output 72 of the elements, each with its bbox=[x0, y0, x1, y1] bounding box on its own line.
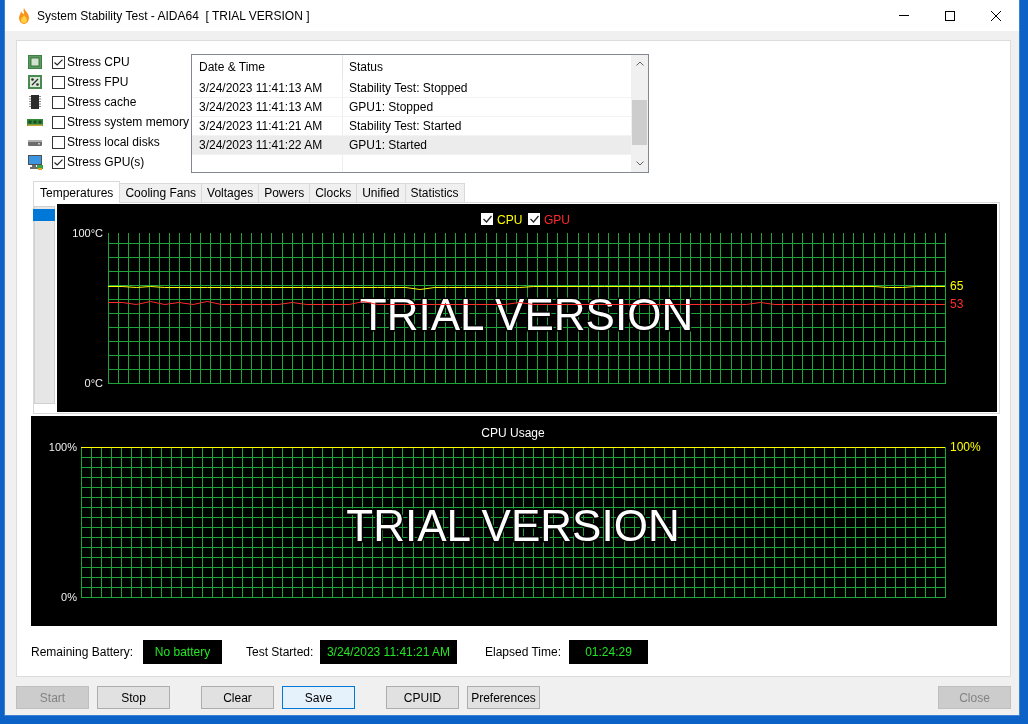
close-icon bbox=[991, 10, 1001, 21]
scroll-thumb[interactable] bbox=[632, 100, 647, 145]
column-header[interactable]: Date & Time bbox=[192, 55, 343, 79]
readout-value: 3/24/2023 11:41:21 AM bbox=[320, 640, 457, 664]
axis-tick-label: 100°C bbox=[72, 227, 103, 239]
tab[interactable]: Temperatures bbox=[33, 181, 121, 203]
axis-tick-label: 100% bbox=[48, 441, 77, 453]
checkbox[interactable] bbox=[52, 95, 65, 109]
current-value-label: 100% bbox=[950, 440, 981, 454]
table-row[interactable]: 3/24/2023 11:41:13 AM GPU1: Stopped bbox=[192, 98, 631, 117]
checkmark-icon bbox=[54, 58, 63, 66]
scrollbar[interactable] bbox=[34, 206, 55, 404]
memory-chip-icon bbox=[27, 94, 43, 110]
column-header[interactable]: Status bbox=[343, 55, 631, 79]
table-cell-text: 3/24/2023 11:41:13 AM bbox=[198, 81, 324, 95]
scroll-thumb[interactable] bbox=[33, 209, 55, 221]
readout-label: Elapsed Time: bbox=[485, 645, 563, 659]
tab[interactable]: Powers bbox=[258, 183, 311, 202]
window-title: System Stability Test - AIDA64 [ TRIAL VERSION ] bbox=[37, 8, 310, 23]
tab[interactable]: Cooling Fans bbox=[119, 183, 203, 202]
chip-icon bbox=[27, 54, 43, 70]
table-cell-text: Stability Test: Started bbox=[348, 119, 463, 133]
checkbox[interactable] bbox=[52, 55, 65, 69]
table-row[interactable]: 3/24/2023 11:41:22 AM GPU1: Started bbox=[192, 136, 631, 155]
checkbox[interactable] bbox=[52, 75, 65, 89]
readout-label: Remaining Battery: bbox=[31, 645, 135, 659]
dialog-button[interactable]: Save bbox=[282, 686, 355, 709]
checkbox[interactable] bbox=[52, 135, 65, 149]
minimize-icon bbox=[899, 15, 909, 16]
checkbox[interactable] bbox=[52, 115, 65, 129]
tab[interactable]: Statistics bbox=[404, 183, 465, 202]
chevron-down-icon[interactable] bbox=[635, 161, 644, 166]
dialog-button[interactable]: Clear bbox=[201, 686, 274, 709]
dialog-button[interactable]: Preferences bbox=[467, 686, 540, 709]
checkbox-label[interactable]: Stress cache bbox=[67, 95, 137, 109]
legend-label: CPU bbox=[497, 213, 523, 227]
flame-icon bbox=[17, 7, 31, 24]
dialog-button[interactable]: CPUID bbox=[386, 686, 459, 709]
readout-value: 01:24:29 bbox=[569, 640, 648, 664]
table-cell-text: 3/24/2023 11:41:13 AM bbox=[198, 100, 324, 114]
checkbox-label[interactable]: Stress FPU bbox=[67, 75, 129, 89]
readout-label: Test Started: bbox=[246, 645, 315, 659]
checkbox[interactable] bbox=[528, 213, 540, 225]
table-cell-text: GPU1: Started bbox=[348, 138, 429, 152]
checkbox-label[interactable]: Stress CPU bbox=[67, 55, 130, 69]
table-row[interactable]: 3/24/2023 11:41:13 AM Stability Test: Stopped bbox=[192, 79, 631, 98]
checkbox-label[interactable]: Stress local disks bbox=[67, 135, 160, 149]
tab[interactable]: Voltages bbox=[201, 183, 260, 202]
dialog-button[interactable]: Stop bbox=[97, 686, 170, 709]
scrollbar[interactable] bbox=[631, 55, 648, 172]
checkmark-icon bbox=[54, 158, 63, 166]
checkbox[interactable] bbox=[52, 155, 65, 169]
table-cell-text: GPU1: Stopped bbox=[348, 100, 435, 114]
maximize-icon bbox=[945, 10, 955, 21]
axis-tick-label: 0°C bbox=[84, 377, 103, 389]
percent-chip-icon bbox=[27, 74, 43, 90]
checkbox[interactable] bbox=[481, 213, 493, 225]
chart-title: CPU Usage bbox=[481, 426, 545, 440]
chevron-up-icon[interactable] bbox=[635, 61, 644, 66]
monitor-icon bbox=[27, 154, 43, 170]
axis-tick-label: 0% bbox=[61, 591, 77, 603]
table-cell-text: 3/24/2023 11:41:21 AM bbox=[198, 119, 324, 133]
legend-label: GPU bbox=[544, 213, 570, 227]
tab[interactable]: Clocks bbox=[309, 183, 358, 202]
checkbox-label[interactable]: Stress system memory bbox=[67, 115, 189, 129]
table-cell-text: Stability Test: Stopped bbox=[348, 81, 469, 95]
current-value-label: 53 bbox=[950, 296, 964, 311]
table-cell-text: 3/24/2023 11:41:22 AM bbox=[198, 138, 324, 152]
readout-value: No battery bbox=[143, 640, 222, 664]
tab[interactable]: Unified bbox=[356, 183, 406, 202]
checkbox-label[interactable]: Stress GPU(s) bbox=[67, 155, 145, 169]
current-value-label: 65 bbox=[950, 278, 964, 293]
